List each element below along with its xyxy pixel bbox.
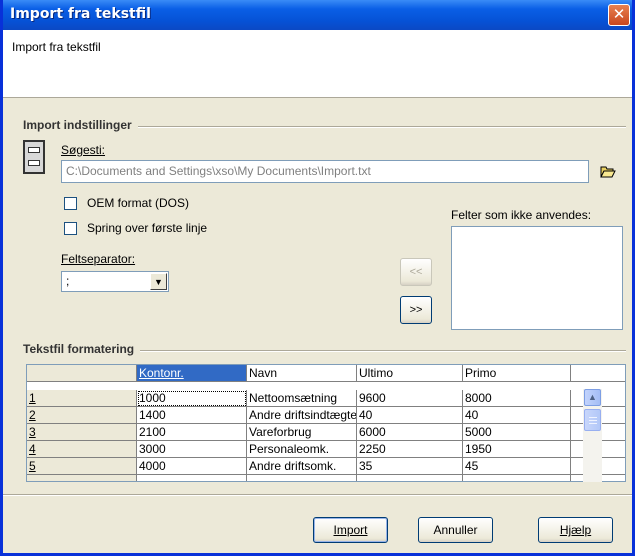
- table-cell[interactable]: 8000: [463, 390, 571, 407]
- window-title: Import fra tekstfil: [10, 6, 151, 22]
- row-header[interactable]: [27, 475, 137, 481]
- scroll-thumb[interactable]: [584, 409, 601, 431]
- table-cell[interactable]: Andre driftsomk.: [247, 458, 357, 475]
- drive-slot: [28, 160, 40, 166]
- help-button[interactable]: Hjælp: [538, 517, 613, 543]
- separator-label: Feltseparator:: [61, 252, 136, 266]
- scroll-up-icon[interactable]: ▲: [584, 389, 601, 406]
- import-button[interactable]: Import: [313, 517, 388, 543]
- grid-scrollbar[interactable]: ▲: [583, 389, 602, 482]
- skip-first-line-label: Spring over første linje: [87, 221, 208, 235]
- import-dialog: Import fra tekstfil ✕ Import fra tekstfi…: [0, 0, 635, 556]
- unused-fields-label: Felter som ikke anvendes:: [451, 208, 592, 222]
- table-cell[interactable]: [463, 475, 571, 481]
- table-cell[interactable]: 6000: [357, 424, 463, 441]
- skip-first-line-checkbox[interactable]: [64, 222, 77, 235]
- column-header-primo[interactable]: Primo: [463, 365, 571, 382]
- table-cell[interactable]: 2250: [357, 441, 463, 458]
- cancel-button[interactable]: Annuller: [418, 517, 493, 543]
- table-cell[interactable]: 9600: [357, 390, 463, 407]
- row-header[interactable]: 2: [27, 407, 137, 424]
- table-cell[interactable]: [357, 475, 463, 481]
- title-bar[interactable]: Import fra tekstfil ✕: [3, 0, 632, 30]
- table-cell[interactable]: 40: [463, 407, 571, 424]
- help-button-label: Hjælp: [559, 523, 592, 537]
- oem-format-label: OEM format (DOS): [87, 196, 190, 210]
- move-right-button[interactable]: >>: [400, 296, 432, 324]
- table-cell[interactable]: 1000: [137, 390, 247, 407]
- oem-format-checkbox[interactable]: [64, 197, 77, 210]
- header-panel: Import fra tekstfil: [3, 30, 632, 98]
- column-header-extra[interactable]: [571, 365, 625, 382]
- close-icon[interactable]: ✕: [608, 4, 630, 26]
- row-header[interactable]: 1: [27, 390, 137, 407]
- grip-line: [589, 417, 597, 418]
- row-header[interactable]: 3: [27, 424, 137, 441]
- unused-fields-list[interactable]: [451, 226, 623, 330]
- grip-line: [589, 420, 597, 421]
- table-cell[interactable]: Nettoomsætning: [247, 390, 357, 407]
- table-cell[interactable]: [137, 475, 247, 481]
- table-cell[interactable]: Andre driftsindtægter: [247, 407, 357, 424]
- text-format-grid[interactable]: Kontonr. Navn Ultimo Primo 1 1000 Nettoo…: [26, 364, 626, 482]
- table-cell[interactable]: 35: [357, 458, 463, 475]
- drive-slot: [28, 147, 40, 153]
- import-settings-title: Import indstillinger: [23, 118, 138, 132]
- drive-icon: [23, 140, 45, 174]
- chevron-down-icon[interactable]: ▼: [150, 273, 167, 290]
- table-cell[interactable]: 45: [463, 458, 571, 475]
- table-cell[interactable]: 4000: [137, 458, 247, 475]
- path-field[interactable]: C:\Documents and Settings\xso\My Documen…: [61, 160, 589, 183]
- column-header-navn[interactable]: Navn: [247, 365, 357, 382]
- separator-dropdown[interactable]: ; ▼: [61, 271, 169, 292]
- column-header-ultimo[interactable]: Ultimo: [357, 365, 463, 382]
- table-cell[interactable]: 1400: [137, 407, 247, 424]
- move-left-button[interactable]: <<: [400, 258, 432, 286]
- open-folder-icon[interactable]: [600, 165, 616, 178]
- table-cell[interactable]: [247, 475, 357, 481]
- grip-line: [589, 423, 597, 424]
- table-cell[interactable]: 40: [357, 407, 463, 424]
- separator-value: ;: [66, 274, 70, 288]
- grid-corner: [27, 365, 137, 382]
- table-cell[interactable]: 3000: [137, 441, 247, 458]
- row-header[interactable]: 4: [27, 441, 137, 458]
- text-format-title: Tekstfil formatering: [23, 342, 141, 356]
- table-cell[interactable]: 2100: [137, 424, 247, 441]
- header-text: Import fra tekstfil: [12, 40, 101, 54]
- table-cell[interactable]: Personaleomk.: [247, 441, 357, 458]
- table-cell[interactable]: 5000: [463, 424, 571, 441]
- table-cell[interactable]: Vareforbrug: [247, 424, 357, 441]
- table-cell[interactable]: 1950: [463, 441, 571, 458]
- import-button-label: Import: [333, 523, 368, 537]
- column-header-kontonr[interactable]: Kontonr.: [137, 365, 247, 382]
- row-header[interactable]: 5: [27, 458, 137, 475]
- footer-divider: [3, 494, 632, 496]
- path-label: Søgesti:: [61, 143, 106, 157]
